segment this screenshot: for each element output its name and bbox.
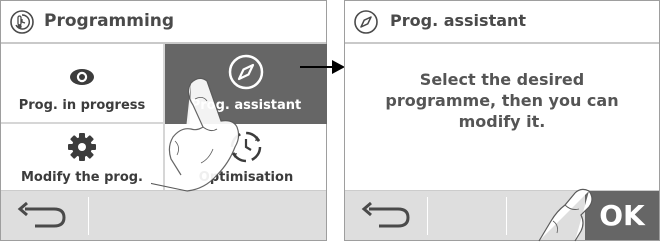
gear-icon [68, 133, 96, 161]
footer-bar [1, 190, 326, 240]
compass-icon [228, 54, 264, 90]
modify-prog-tile[interactable]: Modify the prog. [1, 124, 165, 190]
footer-bar: OK [345, 190, 659, 240]
message-line: Select the desired [419, 70, 585, 89]
prog-in-progress-label: Prog. in progress [18, 98, 146, 113]
assistant-header: Prog. assistant [345, 1, 659, 44]
prog-assistant-tile[interactable]: Prog. assistant [165, 44, 327, 124]
programming-screen: Programming Prog. in progress Prog. assi… [0, 0, 327, 241]
back-arrow-icon[interactable] [353, 199, 425, 233]
compass-icon [354, 10, 378, 34]
message-line: programme, then you can [385, 91, 619, 110]
footer-divider [427, 197, 428, 235]
thermometer-clock-icon [10, 10, 34, 34]
prog-assistant-screen: Prog. assistant Select the desired progr… [344, 0, 660, 242]
back-arrow-icon[interactable] [9, 199, 81, 233]
prog-in-progress-tile[interactable]: Prog. in progress [1, 44, 165, 124]
optimisation-tile[interactable]: Optimisation [165, 124, 327, 190]
instruction-message: Select the desired programme, then you c… [345, 69, 659, 132]
ok-button[interactable]: OK [585, 191, 659, 240]
optimisation-label: Optimisation [198, 170, 294, 185]
eye-icon [70, 69, 94, 85]
message-line: modify it. [458, 112, 546, 131]
footer-divider [506, 197, 507, 235]
transition-arrow-icon [300, 60, 345, 74]
page-title: Programming [44, 11, 175, 31]
clock-cycle-icon [230, 131, 262, 163]
footer-divider [88, 197, 89, 235]
programming-header: Programming [1, 1, 326, 44]
prog-assistant-label: Prog. assistant [190, 98, 302, 113]
page-title: Prog. assistant [390, 11, 527, 30]
modify-prog-label: Modify the prog. [21, 170, 143, 185]
